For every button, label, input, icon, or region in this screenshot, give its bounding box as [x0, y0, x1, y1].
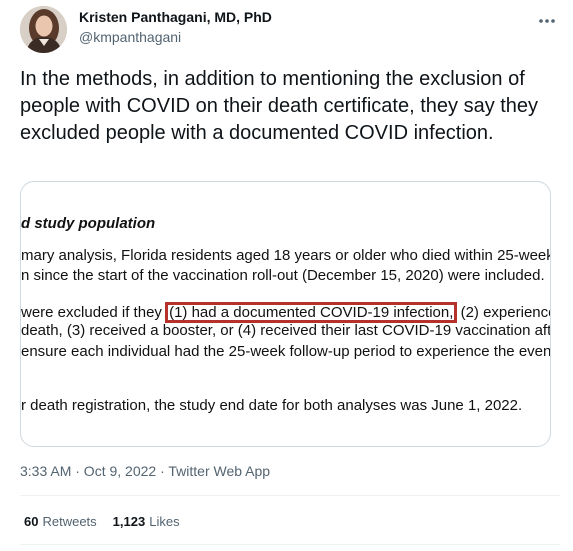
doc-line: were excluded if they (1) had a document… [21, 302, 550, 323]
document-excerpt: d study population mary analysis, Florid… [21, 182, 551, 446]
media-image[interactable]: d study population mary analysis, Florid… [20, 181, 551, 447]
likes-count: 1,123 [112, 514, 146, 529]
likes-stat[interactable]: 1,123 Likes [113, 514, 180, 529]
doc-line: r death registration, the study end date… [21, 397, 523, 414]
avatar-image [20, 6, 67, 53]
doc-line: n since the start of the vaccination rol… [21, 267, 545, 284]
retweets-count: 60 [24, 514, 39, 529]
tweet-timestamp[interactable]: 3:33 AM · Oct 9, 2022 · Twitter Web App [20, 463, 270, 479]
tweet-stats: 60 Retweets 1,123 Likes [24, 514, 180, 529]
tweet-text: In the methods, in addition to mentionin… [20, 68, 539, 144]
author-name[interactable]: Kristen Panthagani, MD, PhD [79, 9, 272, 25]
author-handle[interactable]: @kmpanthagani [79, 29, 181, 45]
tweet-header: Kristen Panthagani, MD, PhD @kmpanthagan… [20, 4, 560, 53]
doc-heading: d study population [21, 215, 156, 232]
retweets-stat[interactable]: 60 Retweets [24, 514, 97, 529]
likes-label: Likes [149, 514, 180, 529]
doc-line: death, (3) received a booster, or (4) re… [21, 322, 551, 339]
more-button[interactable] [534, 10, 560, 32]
doc-line: ensure each individual had the 25-week f… [21, 343, 551, 360]
more-horizontal-icon [539, 19, 555, 23]
highlighted-text: (1) had a documented COVID-19 infection, [165, 302, 458, 323]
avatar[interactable] [20, 6, 67, 53]
doc-text: (2) experienced a [460, 304, 550, 321]
tweet: Kristen Panthagani, MD, PhD @kmpanthagan… [0, 0, 573, 551]
divider [20, 544, 560, 545]
doc-line: mary analysis, Florida residents aged 18… [21, 247, 551, 264]
doc-text: were excluded if they [21, 304, 162, 321]
divider [20, 495, 560, 496]
retweets-label: Retweets [42, 514, 97, 529]
